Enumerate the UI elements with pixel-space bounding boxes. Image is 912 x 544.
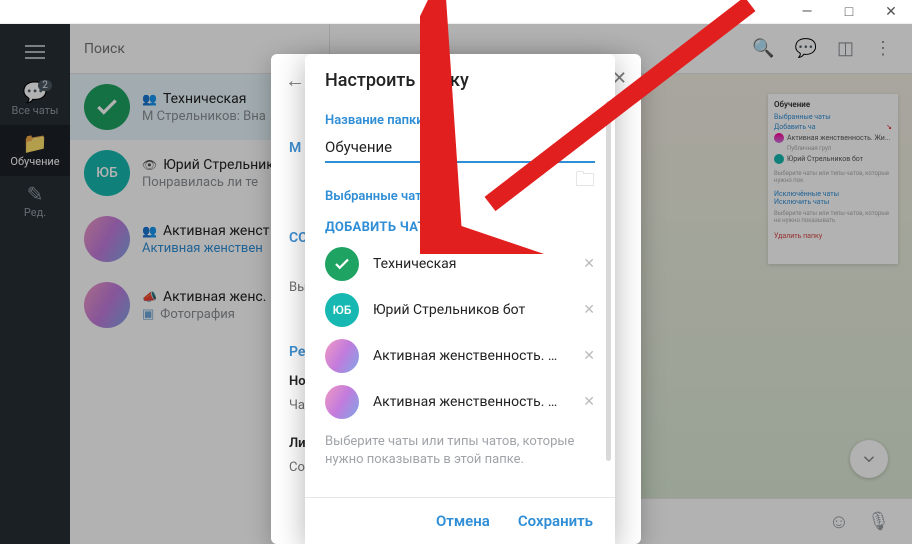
settings-back-panel: ← ✕ М CO Вы Ре Но Ча Ли Со Настроить пап… [271, 54, 641, 544]
picked-chat-row[interactable]: Активная женственность. Жизн… ✕ [325, 385, 595, 419]
remove-chat-icon[interactable]: ✕ [583, 302, 595, 318]
add-chats-button[interactable]: ДОБАВИТЬ ЧАТЫ [325, 220, 595, 235]
remove-chat-icon[interactable]: ✕ [583, 256, 595, 272]
avatar-check [325, 247, 359, 281]
ghost-label: Ре [289, 344, 305, 360]
picked-chat-name: Юрий Стрельников бот [373, 302, 525, 318]
picked-chat-row[interactable]: ЮБ Юрий Стрельников бот ✕ [325, 293, 595, 327]
folder-name-label: Название папки [325, 113, 595, 128]
picked-chat-name: Техническая [373, 256, 456, 272]
picked-chat-name: Активная женственность. Жизн… [373, 394, 563, 410]
picked-chat-name: Активная женственность. Жизн… [373, 348, 563, 364]
avatar-initials: ЮБ [325, 293, 359, 327]
selected-chats-label: Выбранные чаты [325, 189, 595, 204]
window-titlebar: — □ ✕ [0, 0, 912, 24]
modal-footer: Отмена Сохранить [305, 497, 615, 544]
window-maximize-button[interactable]: □ [834, 1, 864, 23]
picked-chat-row[interactable]: Техническая ✕ [325, 247, 595, 281]
back-arrow-icon[interactable]: ← [285, 68, 305, 93]
remove-chat-icon[interactable]: ✕ [583, 394, 595, 410]
picked-chat-row[interactable]: Активная женственность. Жизн… ✕ [325, 339, 595, 373]
ghost-label: Но [289, 374, 306, 389]
folder-name-input[interactable] [325, 132, 595, 163]
modal-title: Настроить папку [325, 70, 595, 91]
modal-overlay[interactable]: ← ✕ М CO Вы Ре Но Ча Ли Со Настроить пап… [0, 24, 912, 544]
remove-chat-icon[interactable]: ✕ [583, 348, 595, 364]
cancel-button[interactable]: Отмена [436, 512, 490, 530]
ghost-label: М [289, 140, 301, 156]
hint-text: Выберите чаты или типы чатов, которые ну… [325, 433, 595, 469]
folder-grey-icon[interactable]: 🗀 [575, 165, 595, 199]
ghost-label: Ча [289, 398, 305, 413]
window-close-button[interactable]: ✕ [876, 1, 906, 23]
ghost-label: Ли [289, 436, 306, 451]
save-button[interactable]: Сохранить [518, 512, 593, 530]
folder-settings-modal: Настроить папку Название папки 🗀 Выбранн… [305, 54, 615, 544]
avatar-photo [325, 385, 359, 419]
window-minimize-button[interactable]: — [792, 1, 822, 23]
ghost-label: Со [289, 460, 305, 475]
avatar-photo [325, 339, 359, 373]
